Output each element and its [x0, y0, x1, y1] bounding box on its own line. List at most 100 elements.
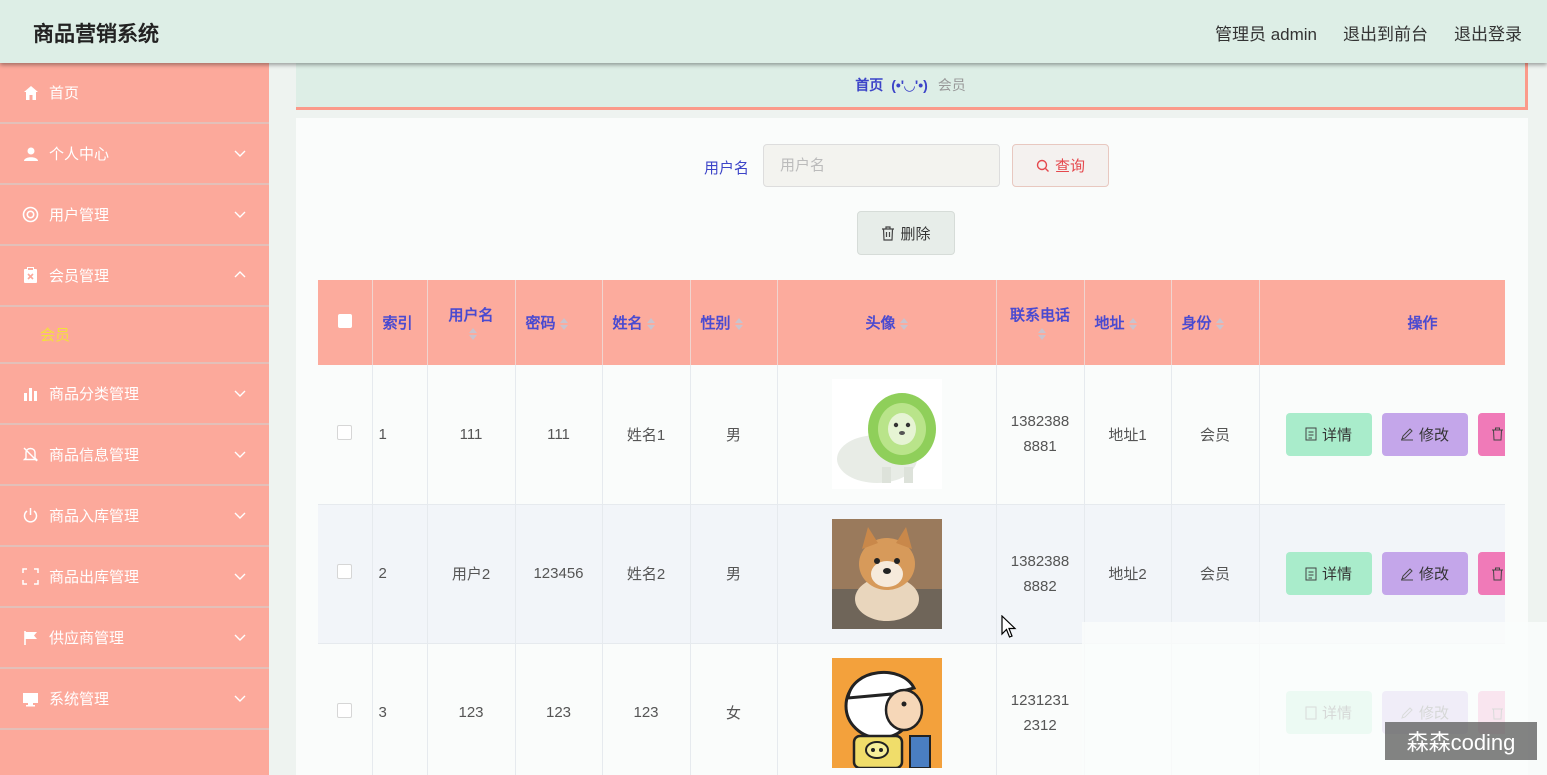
column-header-gender[interactable]: 性别 — [690, 280, 778, 365]
sidebar: 首页 个人中心 用户管理 会员管理 会员 商品分类管理 商品信息管理 商品入库管… — [0, 63, 269, 775]
cell-gender: 女 — [690, 643, 778, 775]
sidebar-item-members[interactable]: 会员管理 — [0, 246, 269, 307]
cell-phone: 12312312312 — [996, 643, 1085, 775]
sort-icon[interactable] — [469, 327, 477, 341]
sidebar-item-product-info[interactable]: 商品信息管理 — [0, 425, 269, 486]
sidebar-item-stock-in[interactable]: 商品入库管理 — [0, 486, 269, 547]
edit-icon — [1400, 567, 1413, 580]
cell-avatar — [777, 365, 997, 505]
sidebar-item-supplier[interactable]: 供应商管理 — [0, 608, 269, 669]
sort-icon[interactable] — [1215, 317, 1224, 331]
search-input[interactable] — [763, 144, 1000, 187]
breadcrumb-home[interactable]: 首页 — [855, 75, 883, 95]
row-delete-button[interactable] — [1477, 412, 1505, 456]
trash-icon — [882, 225, 895, 241]
delete-button-label: 删除 — [900, 225, 931, 243]
shiba-dog-avatar — [831, 518, 942, 629]
detail-button[interactable]: 详情 — [1285, 552, 1372, 595]
edit-button[interactable]: 修改 — [1381, 552, 1468, 595]
cell-gender: 男 — [690, 365, 778, 505]
document-icon — [1305, 567, 1317, 580]
column-header-name[interactable]: 姓名 — [602, 280, 691, 365]
chevron-down-icon — [234, 390, 246, 397]
select-all-checkbox[interactable] — [337, 313, 352, 328]
sidebar-item-users[interactable]: 用户管理 — [0, 185, 269, 246]
sidebar-item-stock-out[interactable]: 商品出库管理 — [0, 547, 269, 608]
cell-index: 2 — [372, 504, 428, 644]
cell-gender: 男 — [690, 504, 778, 644]
trash-icon — [1492, 427, 1503, 441]
cell-username: 123 — [427, 643, 516, 775]
sort-icon[interactable] — [899, 317, 908, 331]
search-button[interactable]: 查询 — [1012, 144, 1109, 187]
column-header-actions: 操作 — [1259, 280, 1505, 365]
clipboard-icon — [22, 267, 39, 284]
sidebar-item-label: 商品出库管理 — [49, 569, 140, 586]
cell-username: 111 — [427, 365, 516, 505]
row-checkbox[interactable] — [337, 703, 353, 718]
cell-phone: 13823888881 — [996, 365, 1085, 505]
chevron-up-icon — [234, 271, 246, 278]
select-all-cell — [318, 280, 373, 365]
column-header-index: 索引 — [372, 280, 428, 365]
cell-password: 123456 — [515, 504, 603, 644]
chevron-down-icon — [234, 512, 246, 519]
sidebar-item-home[interactable]: 首页 — [0, 63, 269, 124]
bell-off-icon — [22, 446, 39, 463]
search-bar: 用户名 查询 — [296, 144, 1528, 188]
chevron-down-icon — [234, 451, 246, 458]
column-header-avatar[interactable]: 头像 — [777, 280, 997, 365]
batch-delete-button[interactable]: 删除 — [857, 211, 955, 255]
edit-icon — [1400, 428, 1413, 441]
logout-link[interactable]: 退出登录 — [1454, 20, 1522, 45]
sort-icon[interactable] — [646, 317, 655, 331]
document-icon — [1305, 427, 1317, 441]
lifebuoy-icon — [22, 206, 39, 223]
sidebar-item-label: 系统管理 — [49, 691, 110, 708]
sort-icon[interactable] — [1038, 327, 1046, 341]
column-header-address[interactable]: 地址 — [1084, 280, 1172, 365]
chevron-down-icon — [234, 634, 246, 641]
breadcrumb-current: 会员 — [937, 77, 966, 93]
app-title: 商品营销系统 — [33, 23, 159, 46]
search-icon — [1036, 159, 1049, 172]
edit-button[interactable]: 修改 — [1381, 412, 1468, 456]
row-delete-button[interactable] — [1477, 552, 1505, 595]
search-button-label: 查询 — [1054, 158, 1085, 175]
sidebar-subitem-member[interactable]: 会员 — [0, 307, 269, 364]
sidebar-item-label: 个人中心 — [49, 146, 110, 163]
breadcrumb: 首页 (•'◡'•) 会员 — [296, 63, 1528, 110]
search-label: 用户名 — [704, 160, 750, 177]
column-header-phone[interactable]: 联系电话 — [996, 280, 1085, 365]
watermark: 森森coding — [1385, 722, 1537, 760]
sidebar-item-label: 用户管理 — [49, 207, 110, 224]
sort-icon[interactable] — [1128, 317, 1137, 331]
cell-actions: 详情 修改 — [1259, 365, 1505, 505]
sidebar-item-label: 商品分类管理 — [49, 386, 140, 403]
sidebar-item-profile[interactable]: 个人中心 — [0, 124, 269, 185]
sort-icon[interactable] — [559, 317, 568, 331]
chevron-down-icon — [234, 695, 246, 702]
cabbage-dog-avatar — [831, 379, 942, 490]
column-header-role[interactable]: 身份 — [1171, 280, 1260, 365]
column-header-password[interactable]: 密码 — [515, 280, 603, 365]
sort-icon[interactable] — [734, 317, 743, 331]
cell-role: 会员 — [1171, 365, 1260, 505]
sidebar-item-category[interactable]: 商品分类管理 — [0, 364, 269, 425]
column-header-username[interactable]: 用户名 — [427, 280, 516, 365]
detail-button[interactable]: 详情 — [1285, 412, 1372, 456]
exit-to-front-link[interactable]: 退出到前台 — [1343, 20, 1428, 45]
table-row: 1 111 111 姓名1 男 13823888881 地址1 会员 详情 修改 — [318, 365, 1505, 505]
user-icon — [22, 145, 39, 162]
chevron-down-icon — [234, 573, 246, 580]
cell-index: 1 — [372, 365, 428, 505]
sidebar-item-label: 商品入库管理 — [49, 508, 140, 525]
sidebar-item-label: 会员管理 — [49, 268, 110, 285]
top-bar: 商品营销系统 管理员 admin 退出到前台 退出登录 — [0, 0, 1547, 63]
admin-user-link[interactable]: 管理员 admin — [1215, 20, 1317, 45]
fullscreen-icon — [22, 568, 39, 585]
row-checkbox[interactable] — [337, 564, 353, 579]
row-checkbox[interactable] — [337, 424, 353, 440]
mouse-cursor-icon — [1001, 615, 1017, 638]
sidebar-item-system[interactable]: 系统管理 — [0, 669, 269, 730]
